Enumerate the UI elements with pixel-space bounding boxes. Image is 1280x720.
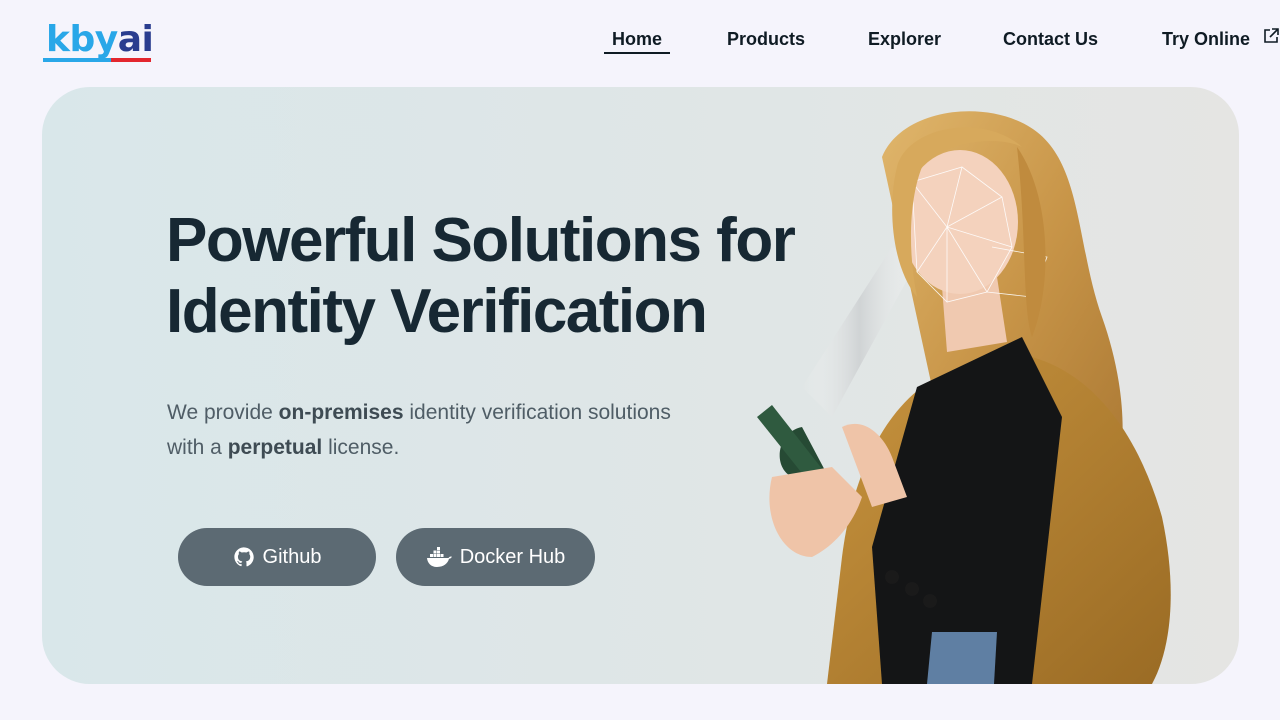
docker-icon: [426, 547, 452, 567]
hero-title-line2: Identity Verification: [166, 277, 708, 346]
nav-home[interactable]: Home: [604, 26, 670, 54]
external-link-icon[interactable]: [1262, 27, 1280, 45]
github-button[interactable]: Github: [178, 528, 376, 586]
logo-underline-blue: [43, 58, 111, 62]
desc-text-2: identity verification solutions: [403, 401, 671, 424]
hero-woman-phone-image: [757, 111, 1171, 684]
logo-underline-red: [111, 58, 151, 62]
docker-hub-button[interactable]: Docker Hub: [396, 528, 595, 586]
main-nav: Home Products Explorer Contact Us Try On…: [0, 26, 1280, 56]
hero-title-line1: Powerful Solutions for: [166, 206, 796, 275]
desc-bold-on-premises: on-premises: [278, 401, 404, 424]
site-header: kbyai Home Products Explorer Contact Us …: [0, 0, 1280, 86]
desc-text-3: with a: [167, 436, 228, 459]
nav-contact-us[interactable]: Contact Us: [1003, 26, 1098, 54]
github-icon: [233, 547, 254, 567]
desc-text-4: license.: [322, 436, 400, 459]
desc-bold-perpetual: perpetual: [227, 436, 323, 459]
github-button-label: Github: [262, 546, 322, 568]
nav-products[interactable]: Products: [727, 26, 805, 54]
desc-text-1: We provide: [167, 401, 279, 424]
hero-banner: Powerful Solutions for Identity Verifica…: [42, 87, 1239, 684]
nav-try-online[interactable]: Try Online: [1162, 26, 1250, 54]
nav-explorer[interactable]: Explorer: [868, 26, 941, 54]
docker-hub-button-label: Docker Hub: [459, 546, 566, 568]
hero-description: We provide on-premises identity verifica…: [167, 395, 727, 465]
